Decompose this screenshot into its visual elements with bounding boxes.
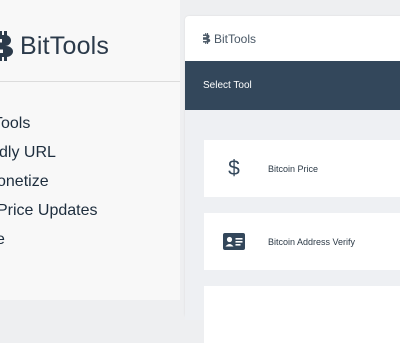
tool-card-address-verify[interactable]: Bitcoin Address Verify	[204, 213, 400, 270]
sidebar-item-5[interactable]: e	[0, 227, 101, 256]
brand-logo[interactable]: BitTools	[0, 28, 109, 64]
panel-header: BitTools	[185, 16, 400, 61]
sidebar-item-monetize[interactable]: onetize	[0, 169, 101, 198]
tools-list: $ Bitcoin Price Bitcoin Address Verify	[185, 110, 400, 343]
tool-panel: BitTools Select Tool $ Bitcoin Price Bit…	[185, 16, 400, 343]
tool-label: Bitcoin Address Verify	[268, 236, 356, 247]
sidebar-menu: Tools dly URL onetize Price Updates e	[0, 111, 101, 256]
sidebar-item-label: onetize	[0, 173, 49, 190]
brand-name: BitTools	[20, 31, 110, 60]
dollar-icon: $	[228, 157, 240, 180]
select-tool-bar[interactable]: Select Tool	[185, 61, 400, 110]
sidebar-item-price-updates[interactable]: Price Updates	[0, 198, 101, 227]
sidebar-item-label: Price Updates	[0, 202, 98, 219]
id-card-icon	[222, 230, 246, 254]
bitcoin-b-icon	[0, 31, 13, 61]
panel-logo[interactable]: BitTools	[203, 32, 256, 46]
sidebar-item-label: dly URL	[0, 144, 56, 161]
sidebar-item-label: e	[0, 231, 5, 248]
select-tool-label: Select Tool	[203, 80, 252, 91]
tool-card-next[interactable]	[204, 286, 400, 343]
tool-card-bitcoin-price[interactable]: $ Bitcoin Price	[204, 140, 400, 197]
sidebar-item-tools[interactable]: Tools	[0, 111, 101, 140]
panel-logo-name: BitTools	[214, 31, 257, 46]
sidebar: BitTools Tools dly URL onetize Price Upd…	[0, 0, 180, 300]
tool-label: Bitcoin Price	[268, 163, 319, 174]
sidebar-item-label: Tools	[0, 115, 31, 132]
sidebar-divider	[0, 81, 180, 82]
bitcoin-b-icon	[203, 33, 211, 44]
sidebar-item-friendly-url[interactable]: dly URL	[0, 140, 101, 169]
